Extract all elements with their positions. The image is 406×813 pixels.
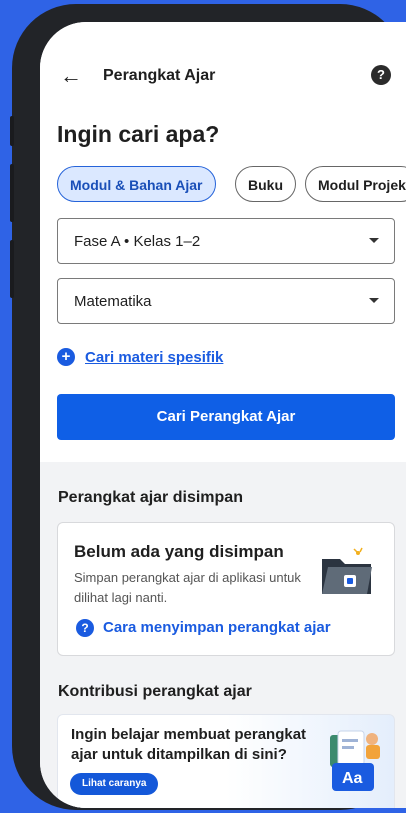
folder-icon: [322, 547, 372, 594]
search-heading: Ingin cari apa?: [57, 121, 220, 147]
chevron-down-icon: [369, 238, 379, 243]
saved-card-text: Simpan perangkat ajar di aplikasi untuk …: [74, 570, 301, 605]
bottom-section: Perangkat ajar disimpan Belum ada yang d…: [40, 462, 406, 808]
chip-modul-projek[interactable]: Modul Projek: [305, 166, 406, 202]
phone-frame: ← Perangkat Ajar ? Ingin cari apa? Modul…: [10, 4, 406, 810]
subject-select[interactable]: Matematika: [57, 278, 395, 324]
search-section: ← Perangkat Ajar ? Ingin cari apa? Modul…: [40, 22, 406, 462]
chip-buku[interactable]: Buku: [235, 166, 296, 202]
subject-value: Matematika: [74, 293, 152, 310]
specific-search-link[interactable]: Cari materi spesifik: [85, 349, 223, 366]
volume-down-button: [10, 240, 14, 298]
fase-select[interactable]: Fase A • Kelas 1–2: [57, 218, 395, 264]
banner-icon-text: Aa: [342, 770, 363, 787]
help-circle-icon: ?: [76, 619, 94, 637]
contrib-section-title: Kontribusi perangkat ajar: [58, 683, 252, 700]
saved-card-title: Belum ada yang disimpan: [74, 542, 284, 561]
plus-circle-icon: +: [57, 348, 75, 366]
saved-empty-card: Belum ada yang disimpan Simpan perangkat…: [57, 522, 395, 656]
search-button[interactable]: Cari Perangkat Ajar: [57, 394, 395, 440]
contrib-banner-text: Ingin belajar membuat perangkat ajar unt…: [71, 726, 307, 763]
volume-button: [10, 116, 14, 146]
document-aa-icon: Aa: [330, 730, 380, 791]
fase-value: Fase A • Kelas 1–2: [74, 233, 201, 250]
app-bar: ← Perangkat Ajar ?: [40, 64, 406, 92]
page-title: Perangkat Ajar: [103, 67, 216, 84]
see-how-button[interactable]: Lihat caranya: [70, 773, 159, 795]
chevron-down-icon: [369, 298, 379, 303]
how-to-save-link[interactable]: Cara menyimpan perangkat ajar: [103, 619, 331, 636]
saved-section-title: Perangkat ajar disimpan: [58, 489, 243, 506]
volume-up-button: [10, 164, 14, 222]
chip-modul-bahan-ajar[interactable]: Modul & Bahan Ajar: [57, 166, 216, 202]
help-circle-icon[interactable]: ?: [371, 65, 391, 85]
contrib-banner[interactable]: Ingin belajar membuat perangkat ajar unt…: [57, 714, 395, 808]
arrow-left-icon[interactable]: ←: [60, 64, 82, 88]
category-chips: Modul & Bahan Ajar Buku Modul Projek: [57, 166, 406, 204]
app-screen: ← Perangkat Ajar ? Ingin cari apa? Modul…: [40, 22, 406, 808]
